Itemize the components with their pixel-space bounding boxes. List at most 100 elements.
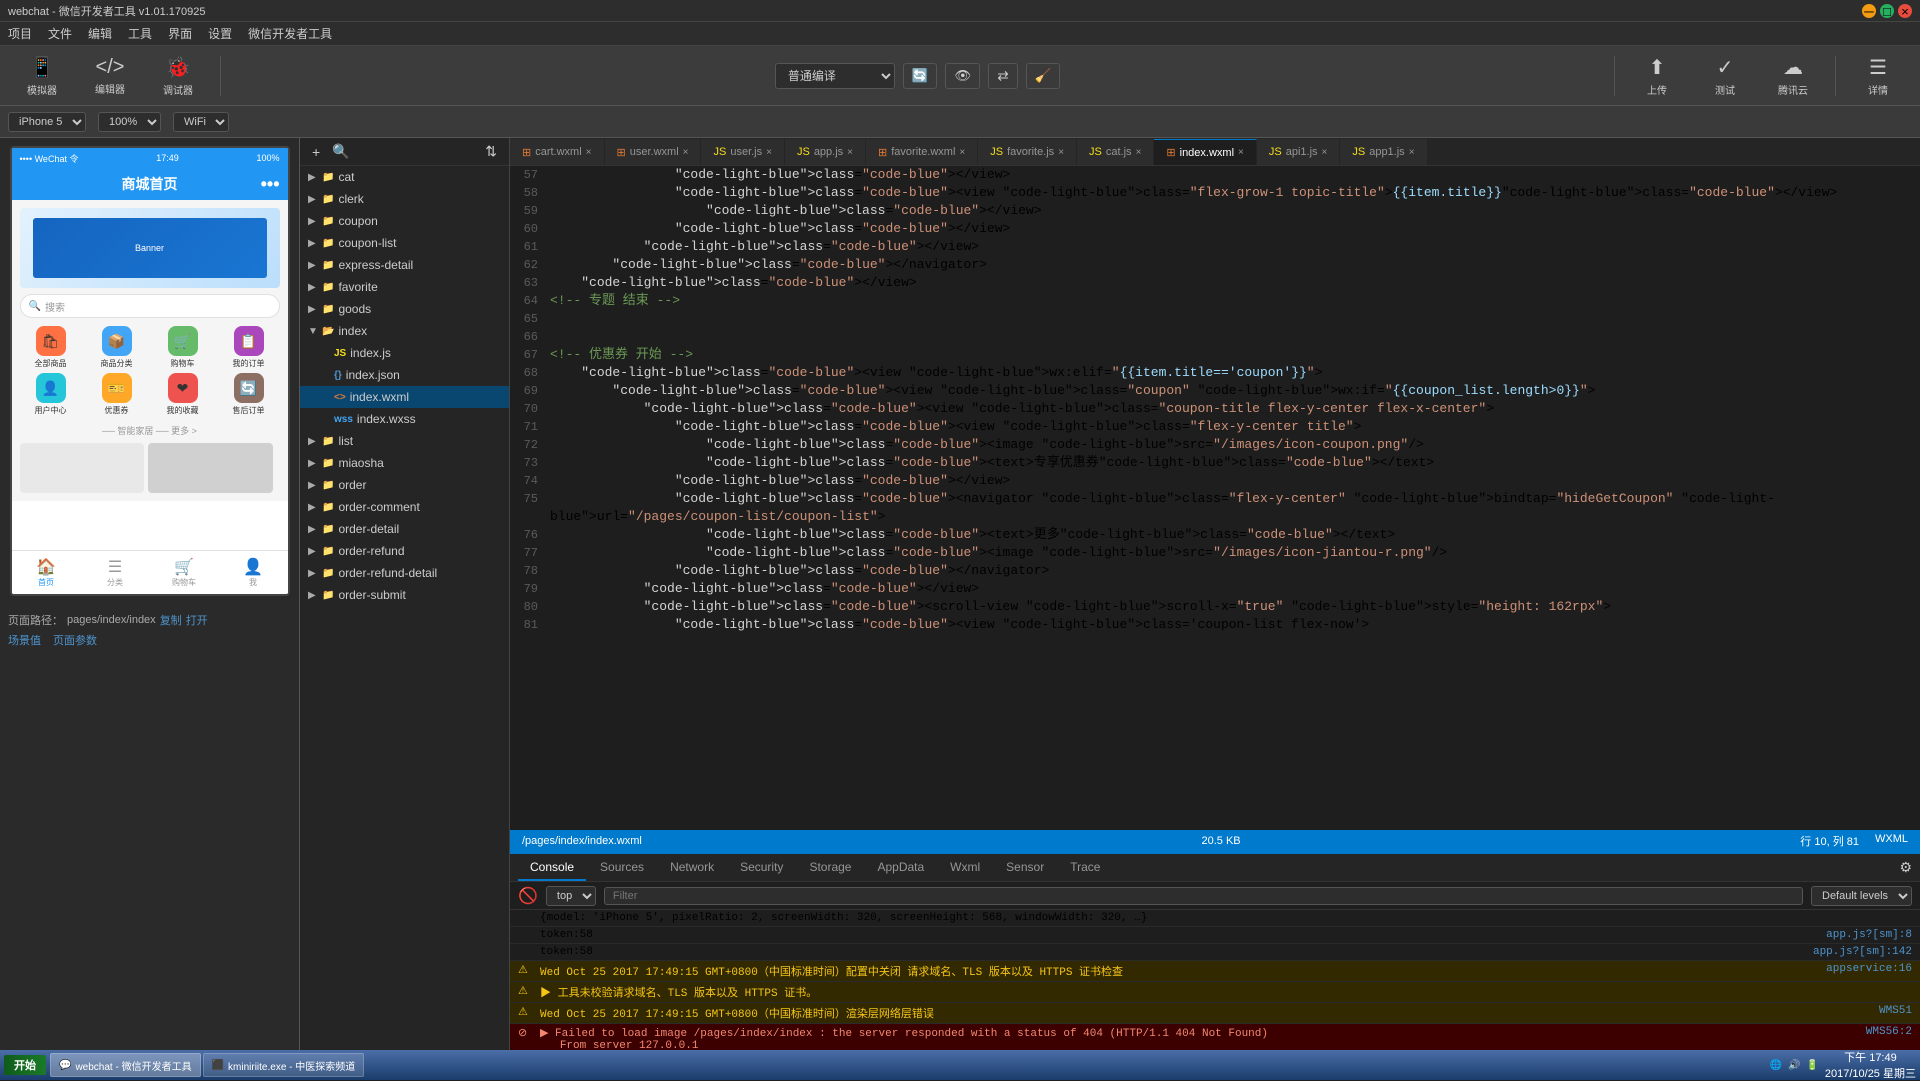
code-line-69[interactable]: 69 "code-light-blue">class="code-blue"><… [510,382,1920,400]
tree-item-order[interactable]: ▶📁order [300,474,509,496]
tree-item-coupon-list[interactable]: ▶📁coupon-list [300,232,509,254]
collapse-all-button[interactable]: ⇅ [481,141,501,162]
open-path-button[interactable]: 打开 [186,612,208,628]
code-line-74[interactable]: 74 "code-light-blue">class="code-blue"><… [510,472,1920,490]
minimize-button[interactable]: ─ [1862,4,1876,18]
tree-item-order-comment[interactable]: ▶📁order-comment [300,496,509,518]
tree-item-cat[interactable]: ▶📁cat [300,166,509,188]
code-line-76[interactable]: 76 "code-light-blue">class="code-blue"><… [510,526,1920,544]
close-app-js-tab[interactable]: × [847,147,853,158]
editor-button[interactable]: </> 编辑器 [80,50,140,102]
devtab-storage[interactable]: Storage [797,855,863,881]
menu-item-wechat[interactable]: 微信开发者工具 [248,25,332,42]
phone-tab-home[interactable]: 🏠 首页 [12,551,81,594]
tab-index-wxml[interactable]: ⊞ index.wxml × [1154,139,1256,165]
debugger-button[interactable]: 🐞 调试器 [148,50,208,102]
tab-user-js[interactable]: JS user.js × [701,139,784,165]
phone-icon-coupon[interactable]: 🎫 优惠券 [86,373,148,416]
tree-item-miaosha[interactable]: ▶📁miaosha [300,452,509,474]
tab-user-wxml[interactable]: ⊞ user.wxml × [605,139,702,165]
eye-button[interactable]: 👁 [945,63,980,89]
tree-item-goods[interactable]: ▶📁goods [300,298,509,320]
close-user-js-tab[interactable]: × [766,147,772,158]
switch-button[interactable]: ⇄ [988,63,1017,89]
code-line-62[interactable]: 62 "code-light-blue">class="code-blue"><… [510,256,1920,274]
phone-icon-orders[interactable]: 📋 我的订单 [218,326,280,369]
devtab-wxml[interactable]: Wxml [938,855,992,881]
code-line-72[interactable]: 72 "code-light-blue">class="code-blue"><… [510,436,1920,454]
page-params-button[interactable]: 页面参数 [53,632,97,648]
code-line-71[interactable]: 71 "code-light-blue">class="code-blue"><… [510,418,1920,436]
code-line-60[interactable]: 60 "code-light-blue">class="code-blue"><… [510,220,1920,238]
close-cart-tab[interactable]: × [586,147,592,158]
close-favorite-wxml-tab[interactable]: × [959,147,965,158]
start-button[interactable]: 开始 [4,1055,46,1075]
devtools-settings-icon[interactable]: ⚙ [1899,859,1912,876]
clear-button[interactable]: 🧹 [1026,63,1061,89]
devtab-sensor[interactable]: Sensor [994,855,1056,881]
taskbar-app-wechat[interactable]: 💬 webchat - 微信开发者工具 [50,1053,201,1077]
tree-item-index-wxss[interactable]: wssindex.wxss [300,408,509,430]
menu-item-project[interactable]: 项目 [8,25,32,42]
tree-item-index-js[interactable]: JSindex.js [300,342,509,364]
code-line-58[interactable]: 58 "code-light-blue">class="code-blue"><… [510,184,1920,202]
simulator-button[interactable]: 📱 模拟器 [12,50,72,102]
code-line-77[interactable]: 77 "code-light-blue">class="code-blue"><… [510,544,1920,562]
menu-item-edit[interactable]: 编辑 [88,25,112,42]
devtab-console[interactable]: Console [518,855,586,881]
compile-select[interactable]: 普通编译 [775,63,895,89]
tab-cart-wxml[interactable]: ⊞ cart.wxml × [510,139,605,165]
tree-item-order-refund[interactable]: ▶📁order-refund [300,540,509,562]
code-editor[interactable]: 57 "code-light-blue">class="code-blue"><… [510,166,1920,830]
devtab-trace[interactable]: Trace [1058,855,1112,881]
menu-item-tools[interactable]: 工具 [128,25,152,42]
add-file-button[interactable]: + [308,142,324,162]
code-line-80[interactable]: 80 "code-light-blue">class="code-blue"><… [510,598,1920,616]
more-button[interactable]: ☰ 详情 [1848,50,1908,102]
tab-cat-js[interactable]: JS cat.js × [1077,139,1154,165]
phone-icon-favorites[interactable]: ❤ 我的收藏 [152,373,214,416]
clear-console-icon[interactable]: 🚫 [518,886,538,906]
phone-product-1[interactable] [20,443,145,493]
close-user-wxml-tab[interactable]: × [683,147,689,158]
test-button[interactable]: ✓ 测试 [1695,50,1755,102]
phone-icon-user[interactable]: 👤 用户中心 [20,373,82,416]
code-line-65[interactable]: 65 [510,310,1920,328]
code-line-64[interactable]: 64<!-- 专题 结束 --> [510,292,1920,310]
phone-product-2[interactable] [148,443,273,493]
refresh-button[interactable]: 🔄 [903,63,938,89]
menu-item-settings[interactable]: 设置 [208,25,232,42]
tree-item-index[interactable]: ▼📂index [300,320,509,342]
phone-icon-all-goods[interactable]: 🛍 全部商品 [20,326,82,369]
tree-item-coupon[interactable]: ▶📁coupon [300,210,509,232]
code-line-78[interactable]: 78 "code-light-blue">class="code-blue"><… [510,562,1920,580]
close-favorite-js-tab[interactable]: × [1058,147,1064,158]
phone-icon-aftersale[interactable]: 🔄 售后订单 [218,373,280,416]
context-select[interactable]: top [546,886,596,906]
tree-item-express-detail[interactable]: ▶📁express-detail [300,254,509,276]
code-line-81[interactable]: 81 "code-light-blue">class="code-blue"><… [510,616,1920,634]
code-line-63[interactable]: 63 "code-light-blue">class="code-blue"><… [510,274,1920,292]
level-select[interactable]: Default levels [1811,886,1912,906]
code-line-67[interactable]: 67<!-- 优惠券 开始 --> [510,346,1920,364]
tree-item-list[interactable]: ▶📁list [300,430,509,452]
phone-tab-cart[interactable]: 🛒 购物车 [150,551,219,594]
zoom-select[interactable]: 100% [98,112,161,132]
scene-button[interactable]: 场景值 [8,632,41,648]
phone-menu-icon[interactable]: ••• [261,174,280,195]
phone-search[interactable]: 🔍 搜索 [20,294,280,318]
tab-app1-js[interactable]: JS app1.js × [1340,139,1427,165]
taskbar-clock[interactable]: 下午 17:49 2017/10/25 星期三 [1825,1049,1916,1081]
code-line-59[interactable]: 59 "code-light-blue">class="code-blue"><… [510,202,1920,220]
code-line-68[interactable]: 68 "code-light-blue">class="code-blue"><… [510,364,1920,382]
code-line-57[interactable]: 57 "code-light-blue">class="code-blue"><… [510,166,1920,184]
menu-item-ui[interactable]: 界面 [168,25,192,42]
device-select[interactable]: iPhone 5 [8,112,86,132]
tree-item-clerk[interactable]: ▶📁clerk [300,188,509,210]
cloud-button[interactable]: ☁ 腾讯云 [1763,50,1823,102]
close-app1-js-tab[interactable]: × [1409,147,1415,158]
taskbar-app-terminal[interactable]: ⬛ kminiriite.exe - 中医探索频道 [203,1053,365,1077]
tab-api1-js[interactable]: JS api1.js × [1257,139,1340,165]
close-cat-js-tab[interactable]: × [1136,147,1142,158]
code-line-79[interactable]: 79 "code-light-blue">class="code-blue"><… [510,580,1920,598]
